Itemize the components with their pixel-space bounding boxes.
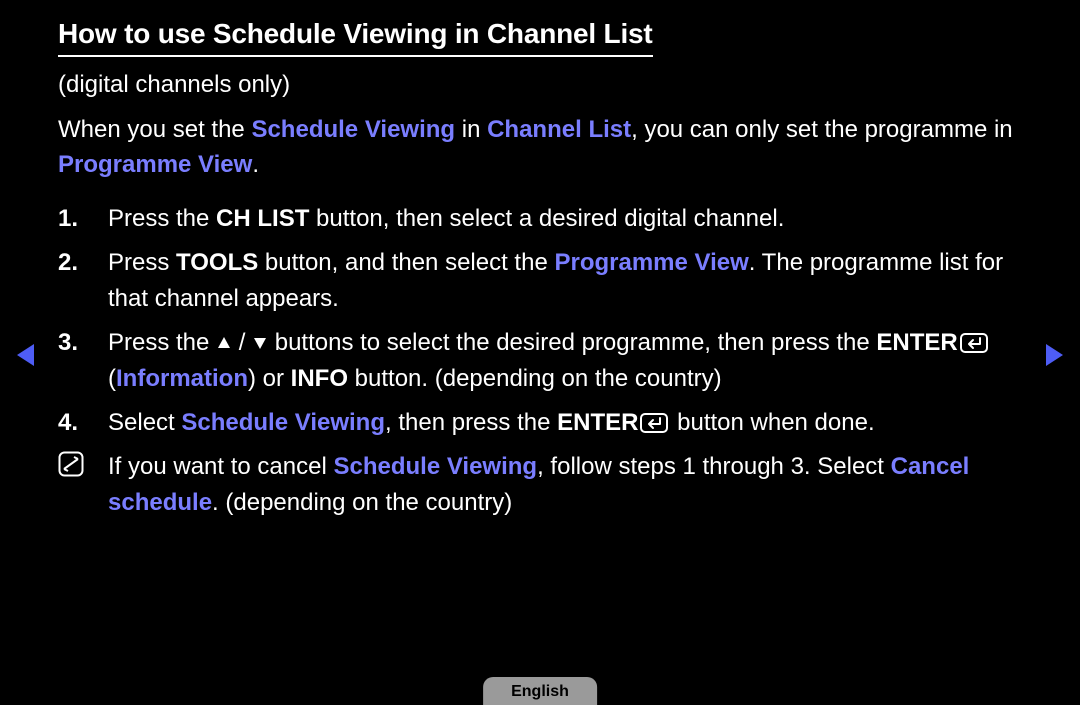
step-body: Select Schedule Viewing, then press the … <box>108 405 1022 441</box>
step-2: 2. Press TOOLS button, and then select t… <box>58 245 1022 317</box>
step-text: / <box>232 329 252 356</box>
enter-icon <box>640 413 668 433</box>
step-number: 4. <box>58 405 108 441</box>
step-text: button, and then select the <box>258 249 554 276</box>
intro-paragraph: When you set the Schedule Viewing in Cha… <box>58 113 1022 183</box>
step-number: 1. <box>58 201 108 237</box>
term-programme-view: Programme View <box>554 249 748 276</box>
triangle-left-icon <box>14 342 36 368</box>
step-text: button when done. <box>670 409 874 436</box>
step-text: , follow steps 1 through 3. Select <box>537 453 891 480</box>
step-body: Press the CH LIST button, then select a … <box>108 201 1022 237</box>
step-4: 4. Select Schedule Viewing, then press t… <box>58 405 1022 441</box>
step-number: 2. <box>58 245 108 281</box>
enter-icon <box>960 333 988 353</box>
step-text: Press the <box>108 205 216 232</box>
term-schedule-viewing: Schedule Viewing <box>251 116 455 143</box>
step-text: Press the <box>108 329 216 356</box>
triangle-right-icon <box>1044 342 1066 368</box>
step-body: Press the / buttons to select the desire… <box>108 325 1022 397</box>
term-programme-view: Programme View <box>58 151 252 178</box>
term-channel-list: Channel List <box>487 116 631 143</box>
step-text: button. (depending on the country) <box>348 365 722 392</box>
term-schedule-viewing: Schedule Viewing <box>333 453 537 480</box>
button-ref-tools: TOOLS <box>176 249 258 276</box>
intro-text: . <box>252 151 259 178</box>
step-number: 3. <box>58 325 108 361</box>
term-schedule-viewing: Schedule Viewing <box>181 409 385 436</box>
step-body: Press TOOLS button, and then select the … <box>108 245 1022 317</box>
step-text: Select <box>108 409 181 436</box>
note-marker <box>58 449 108 488</box>
step-text: . (depending on the country) <box>212 489 512 516</box>
step-3: 3. Press the / buttons to select the des… <box>58 325 1022 397</box>
intro-text: in <box>455 116 487 143</box>
step-text: ) or <box>248 365 291 392</box>
button-ref-enter: ENTER <box>557 409 638 436</box>
step-1: 1. Press the CH LIST button, then select… <box>58 201 1022 237</box>
step-text: , then press the <box>385 409 557 436</box>
button-ref-chlist: CH LIST <box>216 205 309 232</box>
step-text: buttons to select the desired programme,… <box>268 329 876 356</box>
triangle-up-icon <box>216 335 232 351</box>
intro-text: When you set the <box>58 116 251 143</box>
term-information: Information <box>116 365 248 392</box>
intro-text: , you can only set the programme in <box>631 116 1013 143</box>
step-text: button, then select a desired digital ch… <box>309 205 784 232</box>
note-icon <box>58 451 84 477</box>
step-text: ( <box>108 365 116 392</box>
step-text: Press <box>108 249 176 276</box>
page-subtitle: (digital channels only) <box>58 71 1022 99</box>
nav-next[interactable] <box>1044 342 1066 373</box>
button-ref-enter: ENTER <box>876 329 957 356</box>
step-note: If you want to cancel Schedule Viewing, … <box>58 449 1022 521</box>
triangle-down-icon <box>252 335 268 351</box>
step-text: If you want to cancel <box>108 453 333 480</box>
button-ref-info: INFO <box>291 365 348 392</box>
page-title: How to use Schedule Viewing in Channel L… <box>58 18 653 57</box>
nav-prev[interactable] <box>14 342 36 373</box>
language-tab[interactable]: English <box>483 677 597 705</box>
step-body: If you want to cancel Schedule Viewing, … <box>108 449 1022 521</box>
steps-list: 1. Press the CH LIST button, then select… <box>58 201 1022 521</box>
